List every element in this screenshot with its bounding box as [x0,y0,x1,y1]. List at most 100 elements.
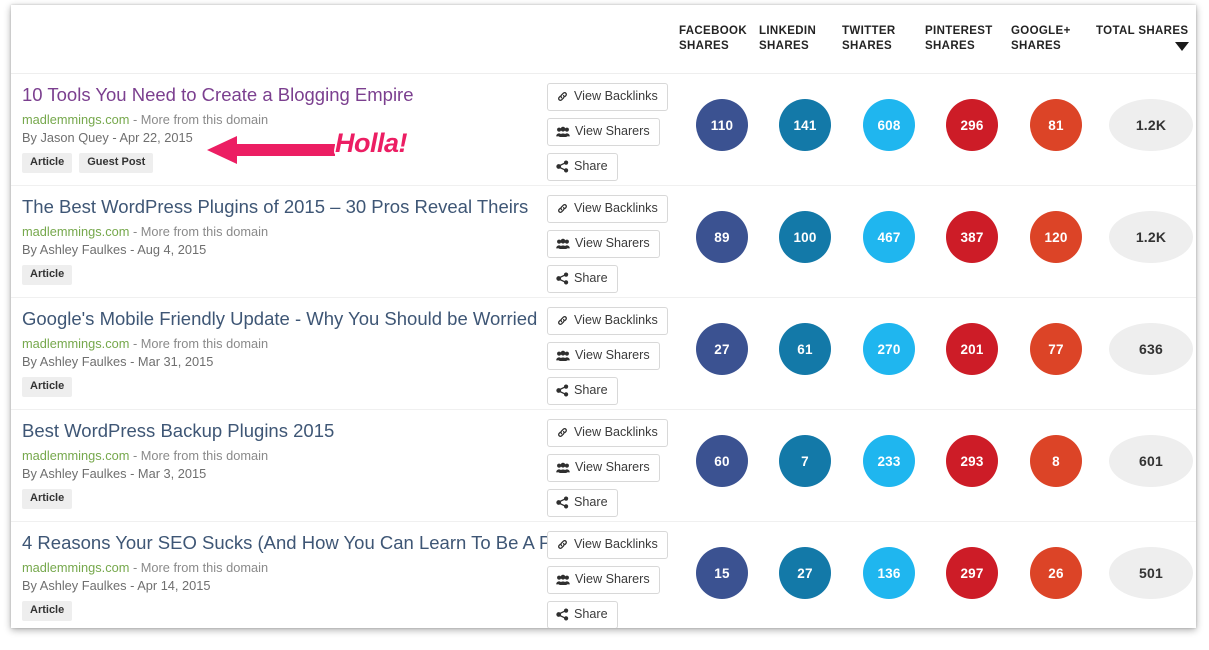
share-count-pinterest: 296 [946,99,998,151]
row-actions: View Backlinks View Sharers Share [547,195,668,300]
domain-name[interactable]: madlemmings.com [22,560,129,575]
domain-line: madlemmings.com - More from this domain [22,223,532,240]
share-button[interactable]: Share [547,489,618,517]
share-button[interactable]: Share [547,601,618,628]
link-icon [558,428,567,437]
share-button[interactable]: Share [547,153,618,181]
tag-list: Article [22,377,532,397]
row-actions: View Backlinks View Sharers Share [547,531,668,628]
shares-table-card: FACEBOOK SHARES LINKEDIN SHARES TWITTER SHARE… [11,5,1196,628]
tag-badge[interactable]: Article [22,153,73,173]
domain-line: madlemmings.com - More from this domain [22,111,532,128]
author-date: By Ashley Faulkes - Mar 31, 2015 [22,354,214,369]
view-backlinks-button-label: View Backlinks [574,425,658,439]
share-count-linkedin: 61 [779,323,831,375]
share-count-linkedin: 100 [779,211,831,263]
share-count-twitter: 467 [863,211,915,263]
column-header-twitter[interactable]: TWITTER SHARES [842,24,896,54]
column-header-line1: LINKEDIN [759,25,817,37]
domain-name[interactable]: madlemmings.com [22,336,129,351]
share-count-googleplus: 26 [1030,547,1082,599]
view-backlinks-button[interactable]: View Backlinks [547,83,668,111]
column-header-line2: SHARES [1011,40,1062,52]
view-sharers-button[interactable]: View Sharers [547,342,660,370]
tag-badge[interactable]: Article [22,377,73,397]
column-header-facebook[interactable]: FACEBOOK SHARES [679,24,747,54]
share-button-label: Share [574,383,608,397]
domain-name[interactable]: madlemmings.com [22,112,129,127]
share-count-pinterest: 293 [946,435,998,487]
view-sharers-button-label: View Sharers [575,460,650,474]
view-sharers-button[interactable]: View Sharers [547,454,660,482]
domain-line: madlemmings.com - More from this domain [22,447,532,464]
view-sharers-button-label: View Sharers [575,348,650,362]
article-title-link[interactable]: 4 Reasons Your SEO Sucks (And How You Ca… [22,531,574,555]
tag-badge[interactable]: Guest Post [79,153,154,173]
share-count-googleplus: 120 [1030,211,1082,263]
column-header-line1: TWITTER [842,25,896,37]
share-count-pinterest: 387 [946,211,998,263]
view-sharers-button[interactable]: View Sharers [547,118,660,146]
tag-badge[interactable]: Article [22,265,73,285]
column-header-pinterest[interactable]: PINTEREST SHARES [925,24,993,54]
view-sharers-button[interactable]: View Sharers [547,230,660,258]
tag-badge[interactable]: Article [22,489,73,509]
article-title-link[interactable]: Best WordPress Backup Plugins 2015 [22,419,532,443]
share-count-total: 1.2K [1109,99,1193,151]
tag-list: Article Guest Post [22,153,532,173]
column-header-total[interactable]: TOTAL SHARES [1096,24,1188,39]
column-header-line2: SHARES [679,40,730,52]
view-backlinks-button[interactable]: View Backlinks [547,531,668,559]
author-date: By Jason Quey - Apr 22, 2015 [22,130,193,145]
view-backlinks-button-label: View Backlinks [574,313,658,327]
domain-name[interactable]: madlemmings.com [22,448,129,463]
column-header-googleplus[interactable]: GOOGLE+ SHARES [1011,24,1071,54]
more-from-domain-link[interactable]: - More from this domain [129,560,268,575]
share-button[interactable]: Share [547,377,618,405]
more-from-domain-link[interactable]: - More from this domain [129,336,268,351]
article-title-link[interactable]: The Best WordPress Plugins of 2015 – 30 … [22,195,532,219]
table-row: 4 Reasons Your SEO Sucks (And How You Ca… [11,522,1196,628]
view-sharers-button-label: View Sharers [575,124,650,138]
row-actions: View Backlinks View Sharers Share [547,83,668,188]
users-icon [556,462,570,473]
share-count-total: 636 [1109,323,1193,375]
view-sharers-button[interactable]: View Sharers [547,566,660,594]
view-backlinks-button[interactable]: View Backlinks [547,419,668,447]
more-from-domain-link[interactable]: - More from this domain [129,112,268,127]
sort-descending-caret-icon[interactable] [1175,42,1189,51]
share-button[interactable]: Share [547,265,618,293]
share-count-facebook: 60 [696,435,748,487]
link-icon [558,316,567,325]
column-header-line2: SHARES [759,40,810,52]
share-count-linkedin: 27 [779,547,831,599]
column-header-line2: SHARES [842,40,893,52]
share-counts: 110 141 608 296 81 1.2K [683,74,1196,185]
view-backlinks-button[interactable]: View Backlinks [547,307,668,335]
table-header: FACEBOOK SHARES LINKEDIN SHARES TWITTER SHARE… [11,5,1196,74]
author-date: By Ashley Faulkes - Apr 14, 2015 [22,578,211,593]
share-count-linkedin: 7 [779,435,831,487]
view-backlinks-button-label: View Backlinks [574,537,658,551]
share-count-facebook: 15 [696,547,748,599]
table-row: The Best WordPress Plugins of 2015 – 30 … [11,186,1196,298]
table-row: Best WordPress Backup Plugins 2015 madlem… [11,410,1196,522]
article-title-link[interactable]: Google's Mobile Friendly Update - Why Yo… [22,307,537,331]
domain-name[interactable]: madlemmings.com [22,224,129,239]
view-backlinks-button[interactable]: View Backlinks [547,195,668,223]
share-count-twitter: 608 [863,99,915,151]
share-count-total: 501 [1109,547,1193,599]
more-from-domain-link[interactable]: - More from this domain [129,224,268,239]
users-icon [556,238,570,249]
tag-badge[interactable]: Article [22,601,73,621]
share-counts: 60 7 233 293 8 601 [683,410,1196,521]
more-from-domain-link[interactable]: - More from this domain [129,448,268,463]
share-count-pinterest: 201 [946,323,998,375]
column-header-line1: GOOGLE+ [1011,25,1071,37]
share-count-pinterest: 297 [946,547,998,599]
column-header-line1: TOTAL SHARES [1096,25,1189,37]
share-count-total: 1.2K [1109,211,1193,263]
article-title-link[interactable]: 10 Tools You Need to Create a Blogging E… [22,83,532,107]
column-header-linkedin[interactable]: LINKEDIN SHARES [759,24,816,54]
link-icon [558,540,567,549]
